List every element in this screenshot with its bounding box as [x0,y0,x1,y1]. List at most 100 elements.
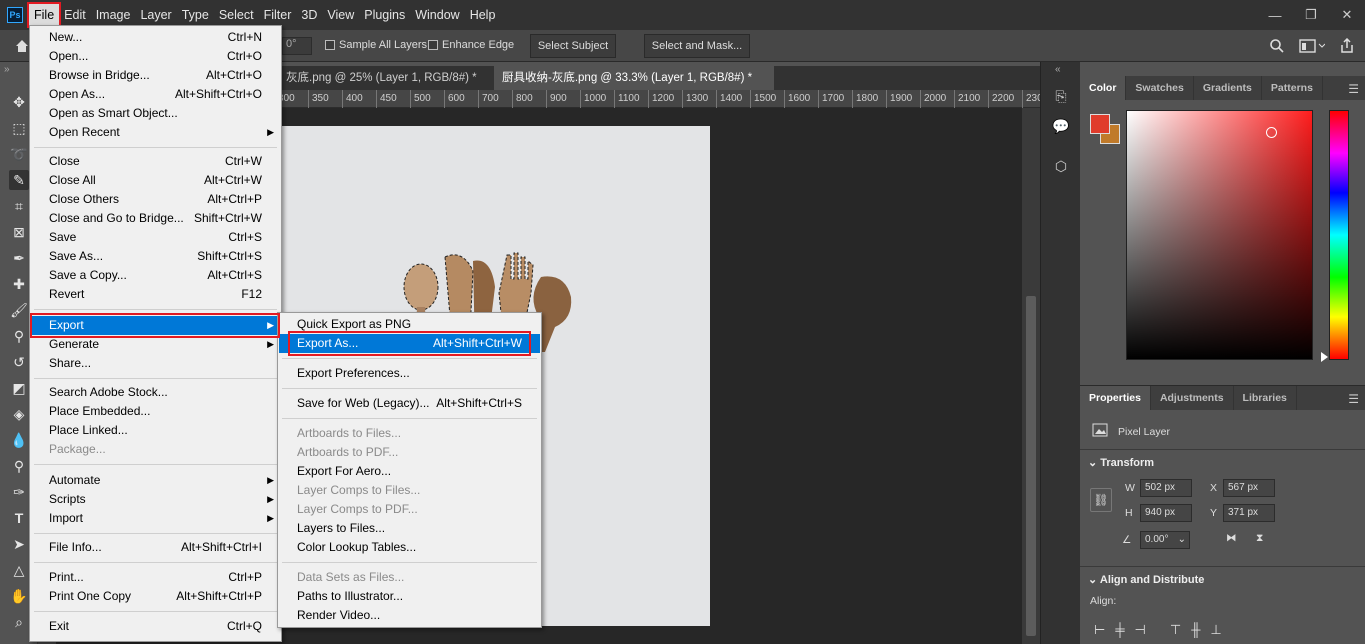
menu-item-close-all[interactable]: Close All Alt+Ctrl+W [31,171,280,190]
menu-item-place-embedded[interactable]: Place Embedded... [31,402,280,421]
panel-menu-icon[interactable]: ☰ [1348,392,1359,406]
marquee-tool-icon[interactable]: ⬚ [9,118,29,138]
link-icon[interactable]: ⛓ [1090,488,1112,512]
color-picker-field[interactable] [1126,110,1313,360]
collapse-icon[interactable]: » [4,64,10,75]
minimize-button[interactable]: — [1257,0,1293,30]
menu-3d[interactable]: 3D [296,4,322,26]
menu-item-file-info[interactable]: File Info... Alt+Shift+Ctrl+I [31,538,280,557]
hue-slider[interactable] [1329,110,1349,360]
sample-all-layers-checkbox[interactable]: Sample All Layers [325,39,427,51]
menu-item-save-for-web[interactable]: Save for Web (Legacy)... Alt+Shift+Ctrl+S [279,394,540,413]
menu-item-paths-to-illustrator[interactable]: Paths to Illustrator... [279,587,540,606]
history-panel-icon[interactable]: ⎘ [1051,86,1071,106]
search-icon[interactable] [1269,38,1285,54]
select-subject-button[interactable]: Select Subject [530,34,616,58]
frame-tool-icon[interactable]: ⊠ [9,222,29,242]
brush-tool-icon[interactable]: 🖌 [9,300,29,320]
tab-color[interactable]: Color [1080,76,1127,100]
dodge-tool-icon[interactable]: ⚲ [9,456,29,476]
transform-section-header[interactable]: ⌄ Transform [1088,456,1154,469]
pen-tool-icon[interactable]: ✑ [9,482,29,502]
align-center-icon[interactable]: ╪ [1115,622,1124,638]
color-picker-cursor[interactable] [1266,127,1277,138]
menu-item-open[interactable]: Open... Ctrl+O [31,47,280,66]
menu-help[interactable]: Help [465,4,501,26]
crop-tool-icon[interactable]: ⌗ [9,196,29,216]
blur-tool-icon[interactable]: 💧 [9,430,29,450]
shape-tool-icon[interactable]: △ [9,560,29,580]
path-selection-icon[interactable]: ➤ [9,534,29,554]
home-icon[interactable] [14,38,30,54]
menu-item-quick-export-png[interactable]: Quick Export as PNG [279,315,540,334]
eraser-tool-icon[interactable]: ◩ [9,378,29,398]
tab-libraries[interactable]: Libraries [1234,386,1297,410]
type-tool-icon[interactable]: T [9,508,29,528]
tab-adjustments[interactable]: Adjustments [1151,386,1234,410]
healing-brush-icon[interactable]: ✚ [9,274,29,294]
menu-window[interactable]: Window [410,4,464,26]
menu-item-automate[interactable]: Automate ▶ [31,471,280,490]
comments-panel-icon[interactable]: 💬 [1051,116,1071,136]
menu-item-place-linked[interactable]: Place Linked... [31,421,280,440]
menu-item-close-and-go-to-bridge[interactable]: Close and Go to Bridge... Shift+Ctrl+W [31,209,280,228]
menu-item-layers-to-files[interactable]: Layers to Files... [279,519,540,538]
lasso-tool-icon[interactable]: ➰ [9,144,29,164]
menu-item-export[interactable]: Export ▶ [31,316,280,335]
close-window-button[interactable]: ✕ [1329,0,1365,30]
paint-bucket-icon[interactable]: ◈ [9,404,29,424]
enhance-edge-checkbox[interactable]: Enhance Edge [428,39,514,51]
menu-item-revert[interactable]: Revert F12 [31,285,280,304]
align-bottom-icon[interactable]: ⊥ [1210,622,1221,638]
tab-properties[interactable]: Properties [1080,386,1151,410]
menu-item-export-for-aero[interactable]: Export For Aero... [279,462,540,481]
menu-plugins[interactable]: Plugins [359,4,410,26]
angle-field[interactable]: 0.00° ⌄ [1140,531,1190,549]
menu-item-save-as[interactable]: Save As... Shift+Ctrl+S [31,247,280,266]
height-field[interactable]: 940 px [1140,504,1192,522]
menu-filter[interactable]: Filter [259,4,297,26]
menu-type[interactable]: Type [177,4,214,26]
menu-select[interactable]: Select [214,4,259,26]
menu-item-scripts[interactable]: Scripts ▶ [31,490,280,509]
menu-item-export-preferences[interactable]: Export Preferences... [279,364,540,383]
collapse-icon[interactable]: « [1055,64,1061,75]
menu-item-import[interactable]: Import ▶ [31,509,280,528]
align-top-icon[interactable]: ⊤ [1170,622,1181,638]
panel-menu-icon[interactable]: ☰ [1348,82,1359,96]
align-middle-icon[interactable]: ╫ [1191,622,1200,638]
tab-document-2[interactable]: 厨具收纳-灰底.png @ 33.3% (Layer 1, RGB/8#) * … [494,66,774,108]
scrollbar-thumb[interactable] [1026,296,1036,636]
menu-item-render-video[interactable]: Render Video... [279,606,540,625]
menu-view[interactable]: View [322,4,359,26]
flip-horizontal-icon[interactable]: ⧓ [1226,532,1237,544]
menu-item-print-one-copy[interactable]: Print One Copy Alt+Shift+Ctrl+P [31,587,280,606]
x-field[interactable]: 567 px [1223,479,1275,497]
menu-item-browse-in-bridge[interactable]: Browse in Bridge... Alt+Ctrl+O [31,66,280,85]
menu-item-open-as-smart-object[interactable]: Open as Smart Object... [31,104,280,123]
vertical-scrollbar[interactable] [1022,108,1040,644]
select-and-mask-button[interactable]: Select and Mask... [644,34,750,58]
hue-slider-handle[interactable] [1321,352,1328,362]
share-icon[interactable] [1339,38,1355,54]
zoom-tool-icon[interactable]: ⌕ [9,612,29,632]
angle-field[interactable]: 0° [282,37,312,55]
menu-item-generate[interactable]: Generate ▶ [31,335,280,354]
tab-document-1[interactable]: 灰底.png @ 25% (Layer 1, RGB/8#) * × [278,66,494,108]
clone-stamp-icon[interactable]: ⚲ [9,326,29,346]
menu-item-save[interactable]: Save Ctrl+S [31,228,280,247]
eyedropper-tool-icon[interactable]: ✒ [9,248,29,268]
hand-tool-icon[interactable]: ✋ [9,586,29,606]
3d-panel-icon[interactable]: ⬡ [1051,156,1071,176]
menu-item-open-recent[interactable]: Open Recent ▶ [31,123,280,142]
align-right-icon[interactable]: ⊣ [1135,622,1146,638]
menu-image[interactable]: Image [91,4,136,26]
move-tool-icon[interactable]: ✥ [9,92,29,112]
tab-gradients[interactable]: Gradients [1194,76,1262,100]
align-section-header[interactable]: ⌄ Align and Distribute [1088,573,1204,586]
y-field[interactable]: 371 px [1223,504,1275,522]
menu-item-print[interactable]: Print... Ctrl+P [31,568,280,587]
menu-item-share[interactable]: Share... [31,354,280,373]
menu-file[interactable]: File [26,2,62,28]
workspace-icon[interactable] [1299,38,1325,54]
